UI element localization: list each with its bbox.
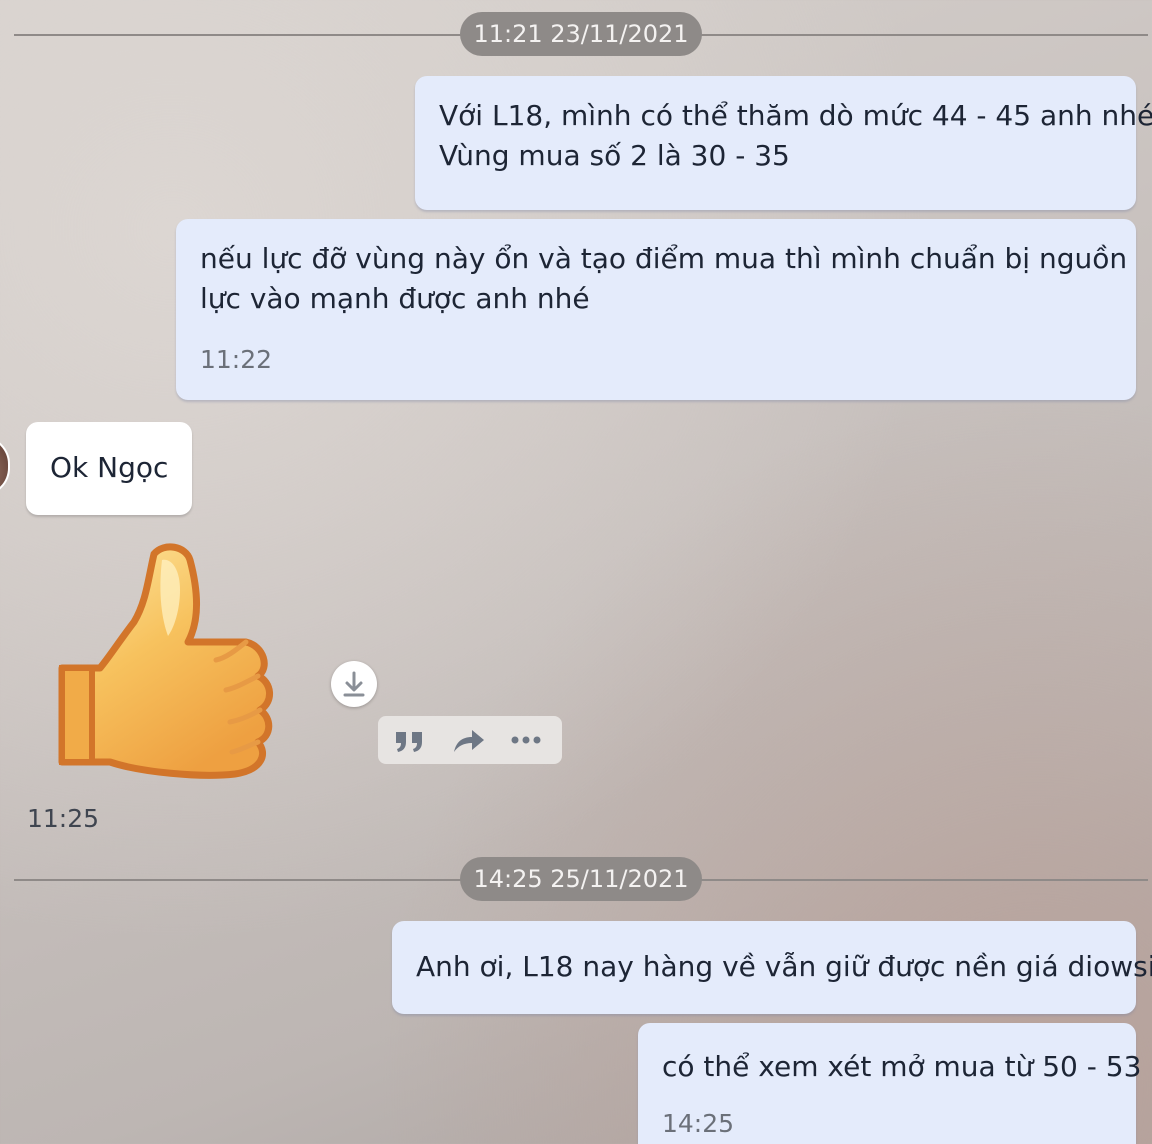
download-icon [343,671,365,697]
message-text-line: nếu lực đỡ vùng này ổn và tạo điểm mua t… [200,242,1128,275]
message-text-line: Vùng mua số 2 là 30 - 35 [439,139,790,172]
message-time: 14:25 [662,1109,735,1138]
message-text-line: Ok Ngọc [50,451,169,484]
message-text-line: có thể xem xét mở mua từ 50 - 53 [662,1050,1142,1083]
forward-icon [454,730,484,752]
message-text-line: lực vào mạnh được anh nhé [200,282,590,315]
date-divider-label: 14:25 25/11/2021 [460,857,702,901]
thumbs-up-icon[interactable] [50,540,280,785]
quote-icon [396,732,422,752]
outgoing-message[interactable]: có thể xem xét mở mua từ 50 - 53 14:25 [638,1023,1142,1144]
avatar[interactable] [0,436,10,496]
message-time: 11:22 [200,345,273,374]
more-icon [511,736,541,744]
download-button[interactable] [331,661,377,707]
forward-button[interactable] [448,724,488,756]
date-divider: 11:21 23/11/2021 [14,12,1148,56]
message-time: 11:25 [27,804,100,833]
incoming-message[interactable]: Ok Ngọc [26,422,192,515]
outgoing-message[interactable]: Với L18, mình có thể thăm dò mức 44 - 45… [415,76,1152,210]
message-text-line: Anh ơi, L18 nay hàng về vẫn giữ được nền… [416,950,1152,983]
date-divider-label: 11:21 23/11/2021 [460,12,702,56]
date-divider: 14:25 25/11/2021 [14,857,1148,901]
message-text-line: Với L18, mình có thể thăm dò mức 44 - 45… [439,99,1152,132]
more-button[interactable] [506,724,546,756]
quote-button[interactable] [390,724,430,756]
outgoing-message[interactable]: nếu lực đỡ vùng này ổn và tạo điểm mua t… [176,219,1136,400]
outgoing-message[interactable]: Anh ơi, L18 nay hàng về vẫn giữ được nền… [392,921,1152,1014]
message-action-toolbar [378,716,562,764]
